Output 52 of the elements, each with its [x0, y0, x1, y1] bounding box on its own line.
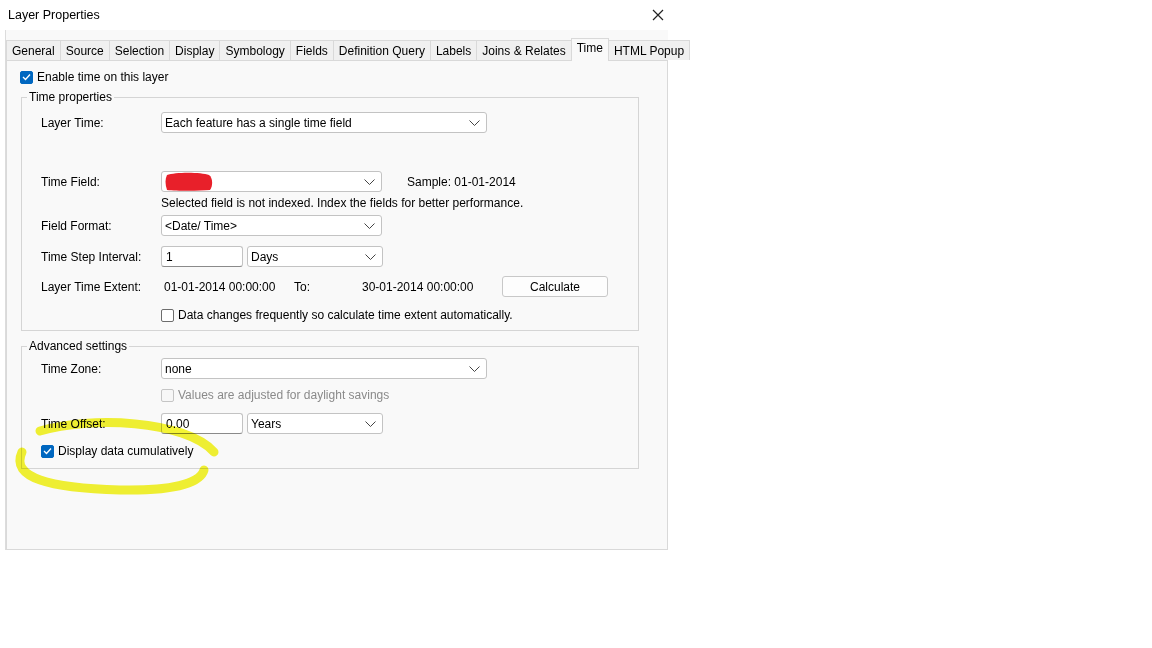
- chevron-down-icon: [469, 119, 480, 126]
- field-label: Time Step Interval:: [41, 249, 143, 264]
- tab[interactable]: HTML Popup: [607, 40, 691, 60]
- close-icon[interactable]: [652, 9, 664, 21]
- chevron-down-icon: [365, 253, 376, 260]
- chevron-down-icon: [364, 222, 375, 229]
- checkbox-label: Values are adjusted for daylight savings: [178, 388, 390, 402]
- dropdown-value: none: [165, 361, 193, 376]
- field-label: Field Format:: [41, 218, 113, 233]
- chevron-down-icon: [469, 365, 480, 372]
- checkbox[interactable]: [161, 308, 174, 322]
- dropdown[interactable]: none: [161, 358, 487, 379]
- dropdown[interactable]: Each feature has a single time field: [161, 112, 487, 133]
- tab[interactable]: Time: [570, 38, 609, 61]
- calculate-button[interactable]: Calculate: [502, 276, 608, 297]
- dropdown[interactable]: Days: [247, 246, 383, 267]
- dropdown[interactable]: Years: [247, 413, 383, 434]
- to-label: To:: [294, 279, 311, 294]
- tab[interactable]: Symbology: [219, 40, 291, 60]
- chevron-down-icon: [364, 178, 375, 185]
- field-label: Layer Time Extent:: [41, 279, 143, 294]
- checkbox[interactable]: [20, 70, 33, 84]
- tab[interactable]: Display: [169, 40, 221, 60]
- group-title: Time properties: [29, 90, 112, 104]
- chevron-down-icon: [365, 420, 376, 427]
- group-title: Advanced settings: [29, 339, 128, 353]
- extent-start: 01-01-2014 00:00:00: [164, 279, 277, 294]
- dropdown-value: Days: [251, 249, 280, 264]
- field-label: Time Zone:: [41, 361, 103, 376]
- checkbox-label: Data changes frequently so calculate time extent automatically.: [178, 308, 513, 322]
- checkbox-label: Display data cumulatively: [58, 444, 194, 458]
- checkbox[interactable]: [41, 444, 54, 458]
- tab[interactable]: Selection: [108, 40, 171, 60]
- window-title: Layer Properties: [8, 8, 100, 22]
- tab[interactable]: Source: [59, 40, 110, 60]
- interval-field[interactable]: 1: [161, 246, 243, 267]
- checkbox-label: Enable time on this layer: [37, 70, 169, 84]
- dropdown[interactable]: <Date/ Time>: [161, 215, 382, 236]
- dropdown-value: Years: [251, 416, 283, 431]
- field-label: Layer Time:: [41, 115, 105, 130]
- tab[interactable]: Labels: [429, 40, 478, 60]
- extent-end: 30-01-2014 00:00:00: [362, 279, 474, 294]
- sample-text: Sample: 01-01-2014: [407, 174, 516, 189]
- warning-message: Selected field is not indexed. Index the fields for better performance.: [161, 196, 524, 210]
- tab[interactable]: Fields: [289, 40, 334, 60]
- tab[interactable]: Definition Query: [332, 40, 431, 60]
- field-label: Time Field:: [41, 174, 101, 189]
- tab[interactable]: General: [6, 40, 61, 60]
- tab[interactable]: Joins & Relates: [476, 40, 572, 60]
- dropdown[interactable]: [161, 171, 382, 192]
- dropdown-value: Each feature has a single time field: [165, 115, 353, 130]
- dropdown-value: <Date/ Time>: [165, 218, 239, 233]
